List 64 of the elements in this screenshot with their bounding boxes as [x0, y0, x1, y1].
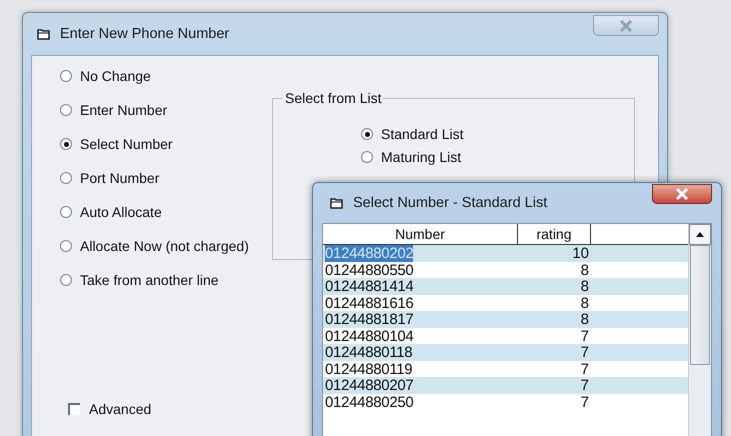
number-cell: 01244880550	[325, 262, 414, 278]
radio-label: No Change	[80, 68, 151, 84]
window-title: Select Number - Standard List	[353, 195, 548, 211]
number-cell: 01244881414	[325, 278, 414, 295]
rating-cell-text: 10	[571, 245, 590, 262]
list-row[interactable]: 01244880207 7	[323, 377, 688, 394]
group-title: Select from List	[283, 90, 384, 106]
radio-button[interactable]: Standard List	[361, 124, 464, 144]
number-cell: 01244881817	[325, 311, 414, 328]
radio-label: Standard List	[381, 126, 464, 142]
list-row[interactable]: 01244880104 7	[323, 328, 688, 344]
number-cell: 01244880250	[325, 394, 414, 410]
up-arrow-icon	[696, 232, 704, 237]
radio-button[interactable]: Auto Allocate	[60, 202, 249, 222]
list-row[interactable]: 01244880118 7	[323, 344, 688, 360]
radio-label: Take from another line	[80, 272, 219, 288]
list-row[interactable]: 01244880550 8	[323, 262, 688, 278]
close-icon	[619, 20, 633, 32]
radio-label: Auto Allocate	[80, 204, 162, 220]
number-cell: 01244880207	[325, 377, 414, 394]
rating-cell-text: 7	[580, 360, 590, 378]
radio-button[interactable]: Port Number	[60, 168, 249, 188]
radio-button[interactable]: Enter Number	[60, 100, 249, 120]
radio-button[interactable]: Maturing List	[361, 147, 464, 167]
rating-cell-text: 8	[580, 294, 590, 312]
list-row[interactable]: 01244880119 7	[323, 360, 688, 377]
list-row[interactable]: 01244880250 7	[323, 394, 688, 410]
rating-cell-text: 7	[580, 328, 590, 344]
list-row[interactable]: 01244881817 8	[323, 311, 688, 328]
radio-label: Maturing List	[381, 149, 462, 165]
number-cell: 01244880202	[325, 245, 414, 262]
close-button[interactable]	[652, 184, 712, 204]
column-header[interactable]: rating	[518, 224, 591, 245]
rating-cell-text: 7	[580, 344, 590, 361]
radio-button[interactable]: Take from another line	[60, 270, 249, 290]
window-icon	[330, 197, 343, 209]
radio-button[interactable]: Allocate Now (not charged)	[60, 236, 249, 256]
number-cell: 01244880119	[325, 360, 412, 378]
radio-label: Allocate Now (not charged)	[80, 238, 249, 254]
list-row[interactable]: 01244881616 8	[323, 294, 688, 311]
rating-cell-text: 8	[580, 278, 590, 295]
rating-cell-text: 7	[580, 394, 590, 410]
column-header[interactable]: Number	[323, 224, 518, 245]
checkbox-label: Advanced	[89, 401, 152, 417]
scrollbar[interactable]	[688, 224, 711, 436]
number-cell: 01244880118	[325, 344, 412, 361]
list-row[interactable]: 01244880202 10	[323, 245, 688, 262]
scroll-thumb[interactable]	[690, 245, 710, 365]
scroll-up-button[interactable]	[689, 224, 711, 245]
window-icon	[37, 28, 50, 40]
radio-label: Select Number	[80, 136, 173, 152]
number-cell: 01244880104	[325, 328, 414, 344]
rating-cell-text: 8	[580, 262, 590, 278]
radio-button[interactable]: No Change	[60, 66, 249, 86]
close-icon	[675, 188, 689, 200]
checkbox[interactable]: Advanced	[68, 401, 152, 417]
rating-cell-text: 7	[580, 377, 590, 394]
radio-label: Port Number	[80, 170, 160, 186]
radio-label: Enter Number	[80, 102, 168, 118]
number-cell: 01244881616	[325, 294, 414, 312]
rating-cell-text: 8	[580, 311, 590, 328]
list-row[interactable]: 01244881414 8	[323, 278, 688, 294]
radio-button[interactable]: Select Number	[60, 134, 249, 154]
window-title: Enter New Phone Number	[60, 26, 230, 42]
